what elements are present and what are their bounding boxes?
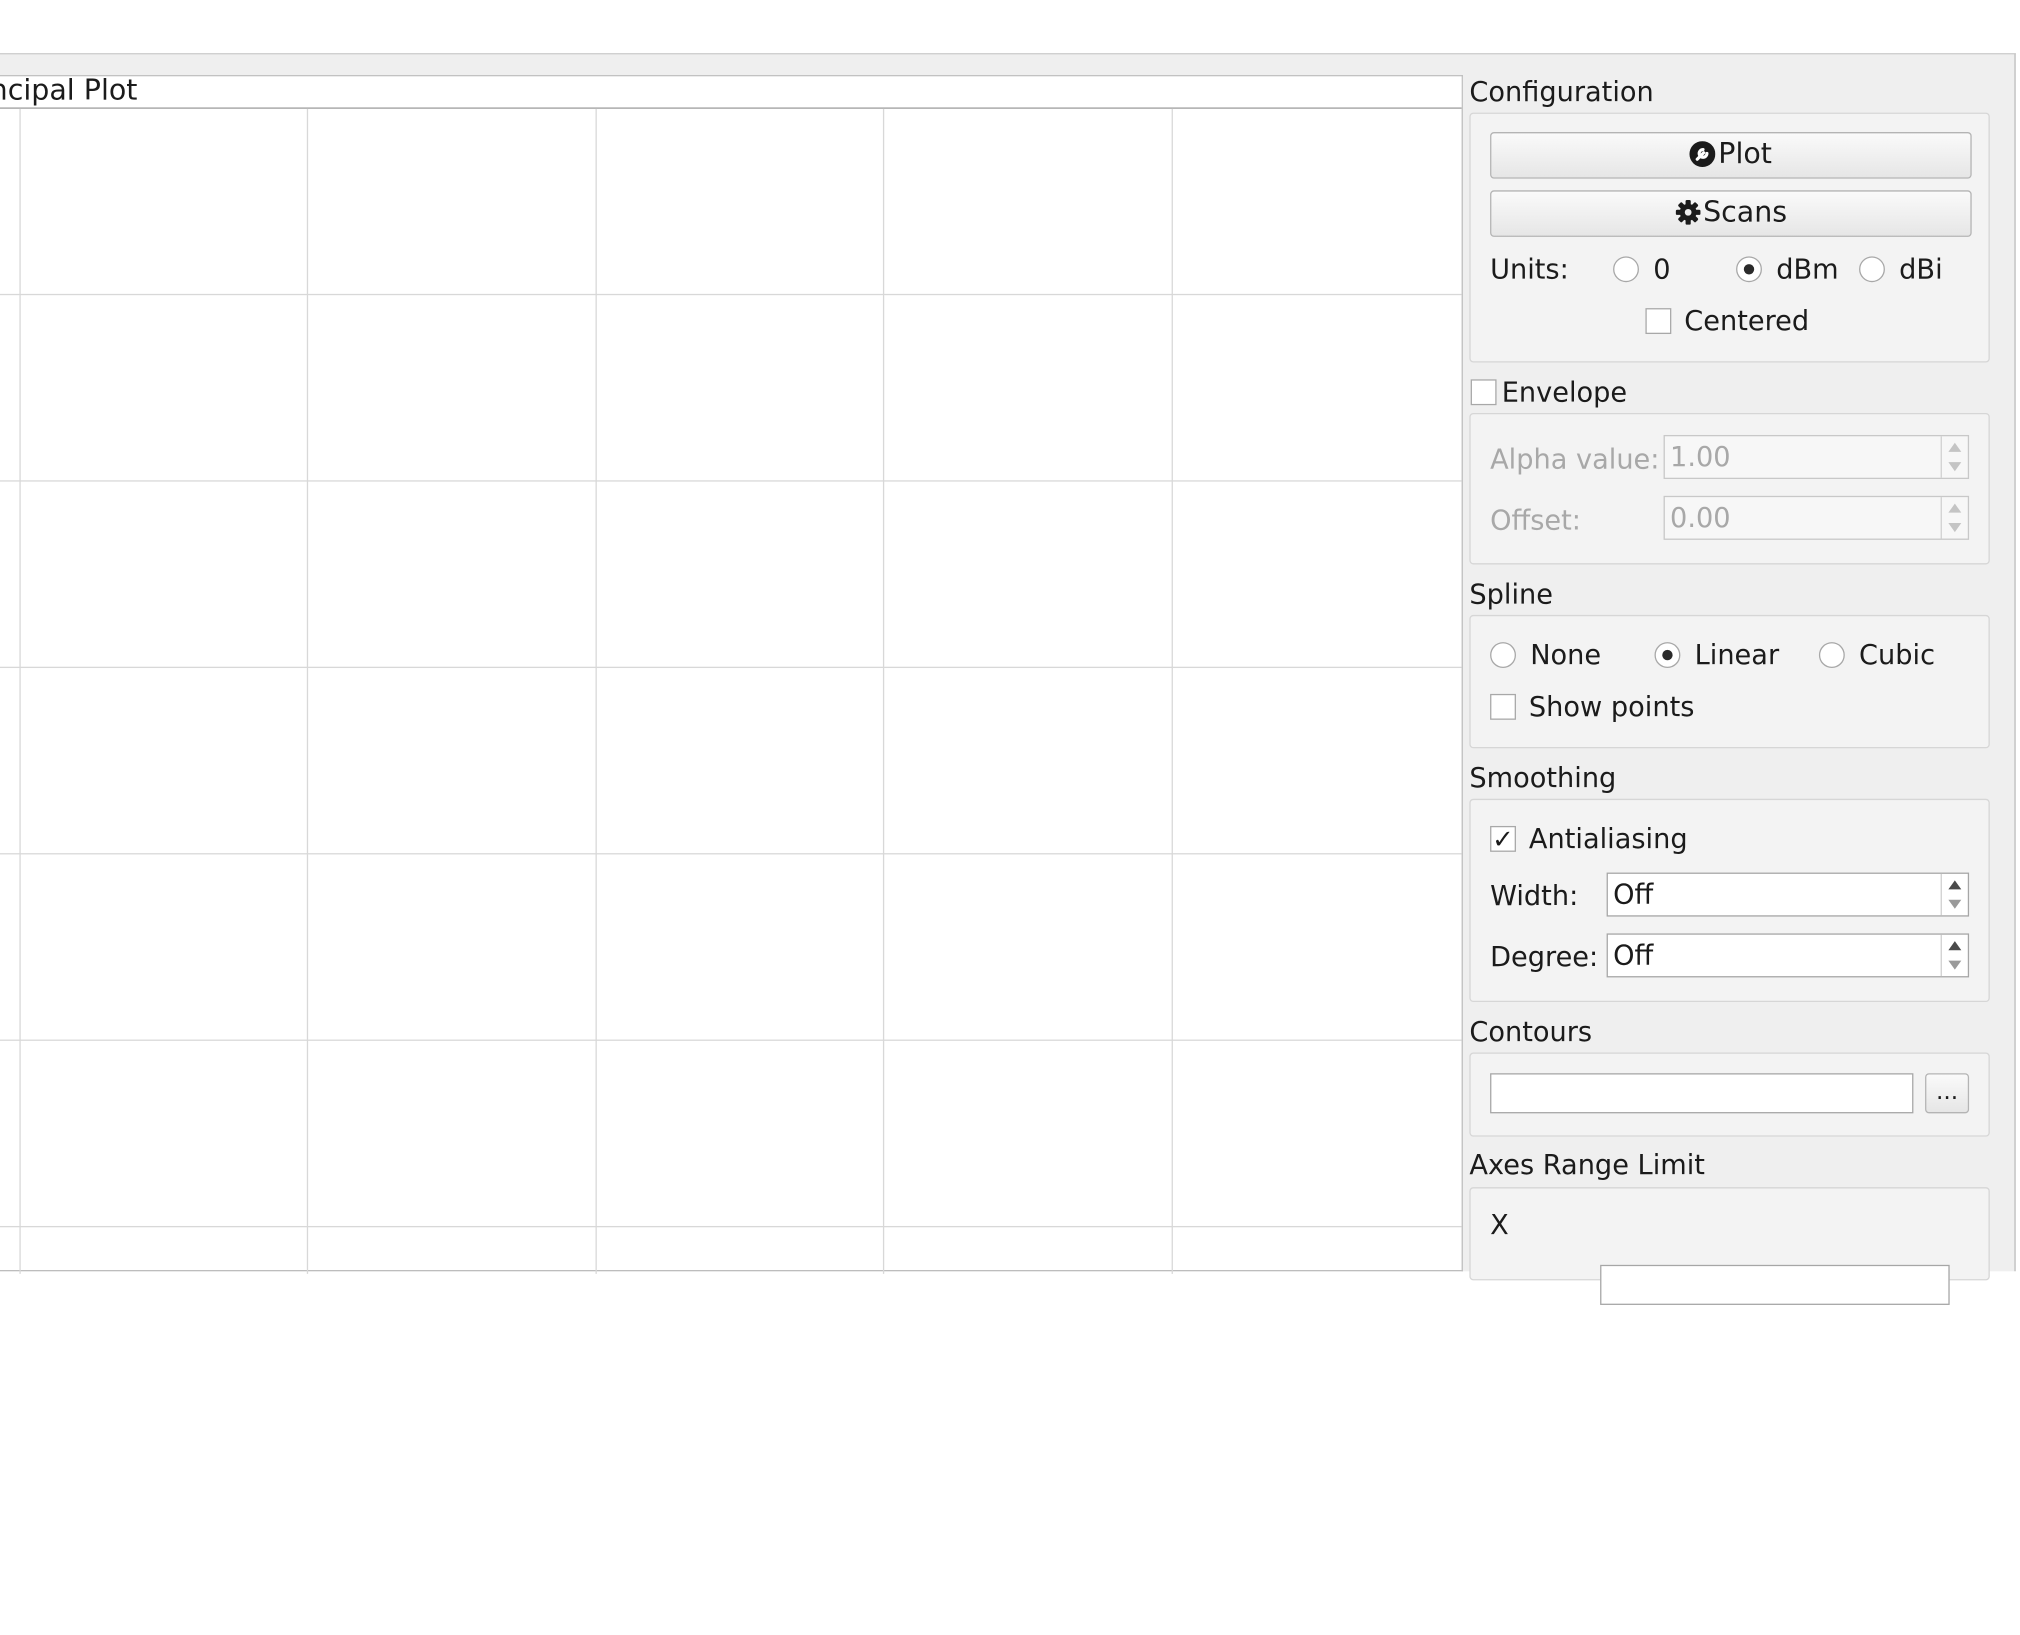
grid-line-horizontal [0, 666, 1462, 669]
degree-spinbox[interactable]: Off [1606, 933, 1970, 978]
units-radio-dbm[interactable] [1736, 256, 1762, 283]
units-label: Units: [1490, 253, 1569, 285]
plot-title: ncipal Plot [0, 76, 138, 108]
plot-button[interactable]: Plot [1490, 132, 1972, 179]
spline-option-label: Cubic [1859, 639, 1936, 671]
x-range-input[interactable] [1600, 1264, 1950, 1305]
spline-radio-none[interactable] [1490, 642, 1516, 669]
configuration-group: Plot Scans Units: 0 dBm dBi Centered [1469, 112, 1990, 363]
axes-range-group: X [1469, 1187, 1990, 1305]
grid-line-vertical [882, 108, 885, 1274]
smoothing-group: ✓ Antialiasing Width: Off Degree: Off [1469, 798, 1990, 1003]
antialiasing-checkbox[interactable]: ✓ [1490, 825, 1516, 852]
spin-up-icon [1948, 880, 1962, 890]
envelope-group: Alpha value: 1.00 Offset: 0.00 [1469, 412, 1990, 565]
grid-line-vertical [595, 108, 597, 1274]
spin-up-icon [1948, 503, 1962, 513]
spin-down-icon [1948, 462, 1962, 472]
grid-line-horizontal [0, 293, 1462, 296]
spin-down-icon [1948, 960, 1962, 970]
units-radio-dbi[interactable] [1859, 256, 1885, 283]
spin-down-icon [1948, 899, 1962, 909]
contours-path-input[interactable] [1490, 1073, 1914, 1114]
scans-button-label: Scans [1703, 196, 1788, 230]
show-points-checkbox[interactable] [1490, 693, 1516, 720]
smoothing-title: Smoothing [1469, 762, 1617, 794]
scans-button[interactable]: Scans [1490, 190, 1972, 237]
plot-panel: ncipal Plot [0, 75, 1463, 1274]
spline-option-label: Linear [1694, 639, 1780, 671]
width-spin-arrows[interactable] [1940, 873, 1968, 916]
window-title-bar [0, 0, 2020, 54]
units-option-label: dBm [1776, 253, 1839, 285]
spin-up-icon [1948, 941, 1962, 951]
plot-title-bar: ncipal Plot [0, 76, 1462, 109]
grid-line-vertical [19, 108, 21, 1274]
configuration-title: Configuration [1469, 76, 1654, 108]
centered-label: Centered [1684, 305, 1810, 337]
spline-group: None Linear Cubic Show points [1469, 614, 1990, 749]
degree-field: Off [1613, 939, 1654, 971]
spline-option-label: None [1530, 639, 1602, 671]
spin-down-icon [1948, 523, 1962, 533]
contours-browse-button[interactable]: ... [1925, 1073, 1970, 1114]
plot-button-label: Plot [1718, 138, 1772, 171]
spline-radio-linear[interactable] [1654, 642, 1681, 669]
offset-label: Offset: [1490, 504, 1581, 536]
envelope-label: Envelope [1501, 376, 1628, 408]
offset-spin-arrows[interactable] [1940, 497, 1968, 539]
grid-line-vertical [1171, 108, 1173, 1274]
show-points-label: Show points [1528, 691, 1695, 723]
plot-canvas[interactable] [0, 108, 1462, 1274]
grid-line-horizontal [0, 853, 1462, 855]
width-spinbox[interactable]: Off [1606, 872, 1970, 917]
alpha-value-field: 1.00 [1670, 441, 1731, 473]
grid-line-horizontal [0, 1039, 1462, 1041]
alpha-value-label: Alpha value: [1490, 444, 1660, 476]
alpha-value-spinbox[interactable]: 1.00 [1663, 434, 1970, 480]
contours-group: ... [1469, 1052, 1990, 1137]
units-radio-0[interactable] [1613, 256, 1639, 283]
contours-title: Contours [1469, 1016, 1593, 1048]
grid-line-horizontal [0, 480, 1462, 482]
width-label: Width: [1490, 880, 1579, 912]
width-field: Off [1613, 879, 1654, 911]
spline-title: Spline [1469, 578, 1553, 610]
centered-checkbox[interactable] [1645, 308, 1672, 335]
units-option-label: dBi [1899, 253, 1943, 285]
gear-icon [1675, 200, 1700, 225]
spline-radio-cubic[interactable] [1818, 642, 1845, 669]
offset-spinbox[interactable]: 0.00 [1663, 495, 1970, 540]
antialiasing-label: Antialiasing [1528, 823, 1688, 855]
axes-range-title: Axes Range Limit [1469, 1149, 1705, 1181]
x-axis-label: X [1490, 1209, 1509, 1241]
degree-spin-arrows[interactable] [1940, 934, 1968, 977]
offset-field: 0.00 [1670, 502, 1731, 534]
grid-line-vertical [306, 108, 309, 1274]
alpha-spin-arrows[interactable] [1940, 436, 1968, 478]
units-option-label: 0 [1653, 253, 1671, 285]
spin-up-icon [1948, 442, 1962, 452]
grid-line-horizontal [0, 1225, 1462, 1228]
settings-panel: Configuration Plot Scans Units: 0 dBm dB… [1464, 75, 1995, 1305]
wrench-icon [1689, 141, 1716, 168]
envelope-checkbox[interactable] [1470, 379, 1497, 406]
degree-label: Degree: [1490, 941, 1599, 973]
